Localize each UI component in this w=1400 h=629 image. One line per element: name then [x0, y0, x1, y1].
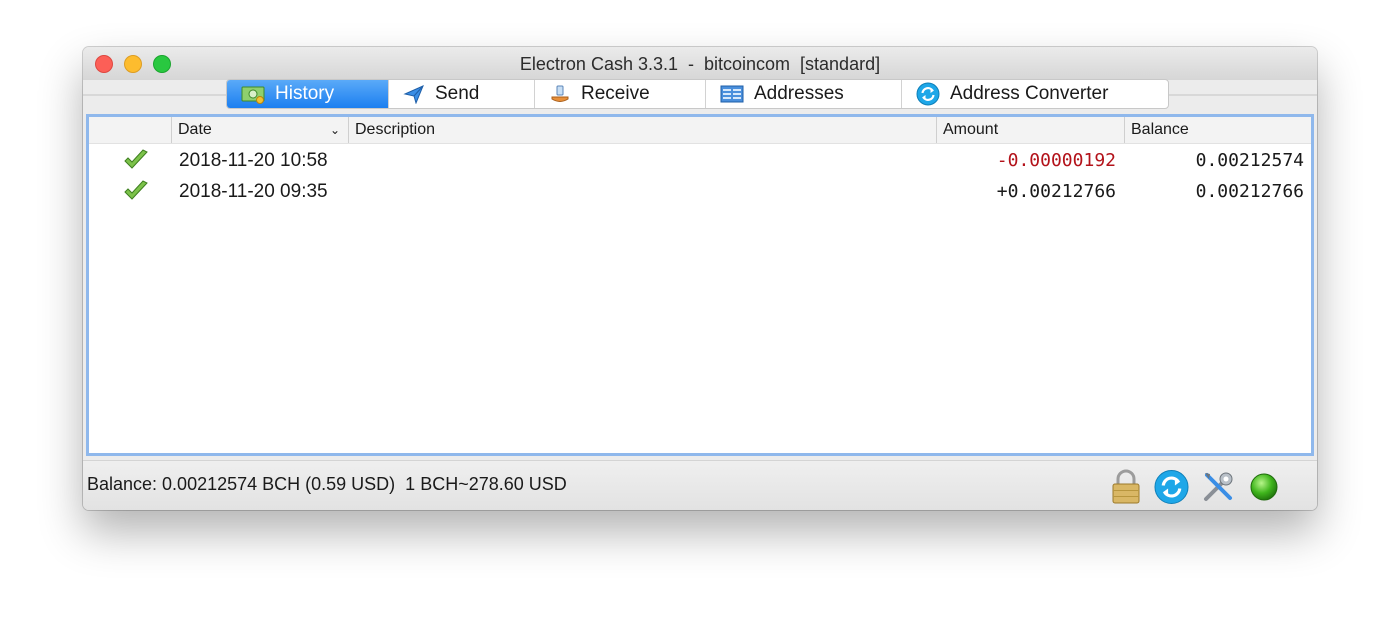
row-date: 2018-11-20 10:58 [179, 150, 328, 171]
status-bar-icons [1108, 469, 1281, 504]
column-header-amount[interactable]: Amount [936, 117, 1124, 143]
confirmed-checkmark-icon [123, 149, 149, 171]
receive-icon [549, 84, 571, 104]
tab-history-label: History [275, 83, 335, 104]
tab-address-converter-label: Address Converter [950, 83, 1109, 104]
tab-receive-label: Receive [581, 83, 650, 104]
column-header-balance[interactable]: Balance [1124, 117, 1311, 143]
title-bar: Electron Cash 3.3.1 - bitcoincom [standa… [83, 47, 1317, 80]
tab-addresses-label: Addresses [754, 83, 844, 104]
table-row[interactable]: 2018-11-20 10:58 -0.00000192 0.00212574 [89, 145, 1311, 176]
sort-chevron-down-icon: ⌄ [329, 123, 340, 137]
row-amount: +0.00212766 [996, 181, 1116, 202]
column-header-date-label: Date [178, 121, 212, 138]
main-tab-bar: History Send Receive Addresses Address C… [226, 79, 1169, 109]
column-header-description[interactable]: Description [348, 117, 936, 143]
column-header-status[interactable] [89, 117, 171, 143]
balance-status-text: Balance: 0.00212574 BCH (0.59 USD) 1 BCH… [87, 474, 567, 494]
send-icon [403, 84, 425, 104]
history-icon [241, 84, 265, 104]
tab-addresses[interactable]: Addresses [706, 80, 902, 108]
app-window: Electron Cash 3.3.1 - bitcoincom [standa… [83, 47, 1317, 510]
sync-icon[interactable] [1154, 469, 1189, 504]
tab-history[interactable]: History [227, 80, 389, 108]
status-bar: Balance: 0.00212574 BCH (0.59 USD) 1 BCH… [83, 460, 1317, 510]
window-title: Electron Cash 3.3.1 - bitcoincom [standa… [519, 54, 881, 74]
tab-receive[interactable]: Receive [535, 80, 706, 108]
tab-send-label: Send [435, 83, 480, 104]
confirmed-checkmark-icon [123, 180, 149, 202]
row-date: 2018-11-20 09:35 [179, 181, 328, 202]
row-amount: -0.00000192 [996, 150, 1116, 171]
history-table-header: Date ⌄ Description Amount Balance [89, 117, 1311, 144]
tab-send[interactable]: Send [389, 80, 535, 108]
lock-icon[interactable] [1108, 469, 1143, 504]
tab-address-converter[interactable]: Address Converter [902, 80, 1168, 108]
addresses-icon [720, 84, 744, 104]
address-converter-icon [916, 82, 940, 106]
table-row[interactable]: 2018-11-20 09:35 +0.00212766 0.00212766 [89, 176, 1311, 207]
network-status-icon[interactable] [1246, 469, 1281, 504]
preferences-tools-icon[interactable] [1200, 469, 1235, 504]
history-table: Date ⌄ Description Amount Balance 2018-1… [86, 114, 1314, 456]
row-balance: 0.00212574 [1195, 150, 1304, 171]
column-header-date[interactable]: Date ⌄ [171, 117, 348, 143]
row-balance: 0.00212766 [1195, 181, 1304, 202]
